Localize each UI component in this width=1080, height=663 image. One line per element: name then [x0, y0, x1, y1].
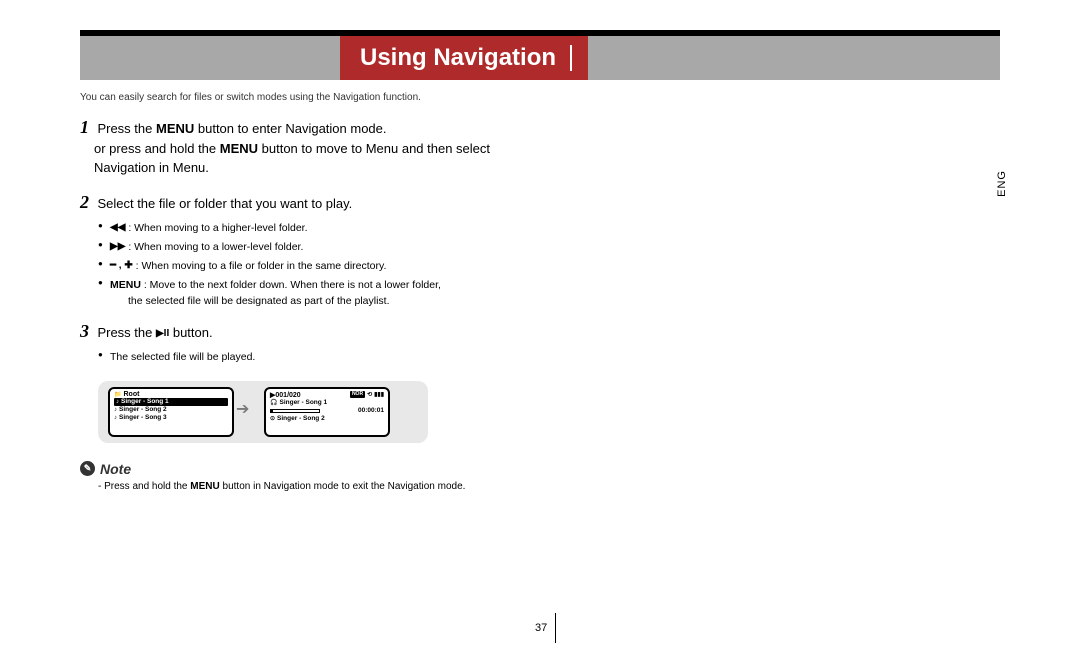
lcd-title: Root: [123, 391, 139, 398]
bullet-list: ◀◀ : When moving to a higher-level folde…: [98, 219, 610, 295]
rewind-icon: ◀◀: [110, 219, 125, 237]
bullet-continuation: the selected file will be designated as …: [128, 295, 610, 307]
note-icon: ✎: [80, 461, 95, 476]
play-pause-icon: ▶II: [156, 326, 169, 341]
page-number-value: 37: [535, 622, 547, 634]
page-content: Using Navigation ENG You can easily sear…: [80, 30, 1000, 492]
repeat-icon: ⟲: [367, 391, 372, 398]
bullet-list: The selected file will be played.: [98, 348, 610, 367]
lcd-row: ⊙Singer - Song 2: [270, 415, 384, 423]
text: : When moving to a higher-level folder.: [128, 222, 307, 234]
text: Navigation in Menu.: [94, 160, 209, 175]
note-icon: ♪: [114, 415, 117, 421]
section-header: Using Navigation: [80, 30, 1000, 80]
forward-icon: ▶▶: [110, 238, 125, 256]
text: button to move to Menu and then select: [258, 141, 490, 156]
step-number: 3: [80, 321, 89, 341]
eq-badge: NOR: [350, 391, 365, 398]
text: Singer - Song 2: [277, 415, 325, 422]
text: - Press and hold the: [98, 481, 190, 492]
bullet-item: MENU : Move to the next folder down. Whe…: [98, 276, 610, 295]
menu-bold: MENU: [220, 141, 258, 156]
lcd-header: ▶001/020 NOR ⟲ ▮▮▮: [270, 391, 384, 399]
arrow-icon: ➔: [236, 399, 249, 419]
clock-icon: ⊙: [270, 415, 275, 422]
lcd-row: 🎧Singer - Song 1: [270, 399, 384, 407]
bullet-item: ◀◀ : When moving to a higher-level folde…: [98, 219, 610, 238]
text: or press and hold the: [94, 141, 220, 156]
text: Singer - Song 3: [119, 414, 167, 421]
step-2: 2 Select the file or folder that you wan…: [80, 192, 610, 307]
track-counter: ▶001/020: [270, 391, 301, 399]
header-gray-bar: Using Navigation: [80, 36, 1000, 80]
note-icon: ♪: [116, 399, 119, 405]
text: : When moving to a lower-level folder.: [128, 241, 303, 253]
text: Press the: [97, 325, 156, 340]
text: Singer - Song 1: [121, 398, 169, 405]
step-text: Press the ▶II button.: [97, 325, 212, 340]
text: button in Navigation mode to exit the Na…: [220, 481, 466, 492]
text: button.: [169, 325, 212, 340]
step-1: 1 Press the MENU button to enter Navigat…: [80, 117, 610, 178]
intro-text: You can easily search for files or switc…: [80, 92, 1000, 103]
bullet-item: ▶▶ : When moving to a lower-level folder…: [98, 238, 610, 257]
steps-content: 1 Press the MENU button to enter Navigat…: [80, 117, 610, 492]
lcd-left: 📁 Root ♪Singer - Song 1 ♪Singer - Song 2…: [108, 387, 234, 437]
lcd-row: ♪Singer - Song 2: [114, 406, 228, 414]
status-icons: NOR ⟲ ▮▮▮: [350, 391, 384, 398]
step-number: 2: [80, 192, 89, 212]
battery-icon: ▮▮▮: [374, 391, 384, 398]
lcd-screens: 📁 Root ♪Singer - Song 1 ♪Singer - Song 2…: [98, 381, 428, 443]
step-number: 1: [80, 117, 89, 137]
bullet-item: ━ , ✚ : When moving to a file or folder …: [98, 257, 610, 276]
text: : When moving to a file or folder in the…: [136, 260, 387, 272]
lcd-row-selected: ♪Singer - Song 1: [114, 398, 228, 406]
note-heading: ✎ Note: [80, 461, 610, 477]
note-icon: ♪: [114, 407, 117, 413]
menu-bold: MENU: [110, 279, 141, 291]
bullet-item: The selected file will be played.: [98, 348, 610, 367]
progress-bar: [270, 409, 320, 413]
lcd-row: 00:00:01: [270, 407, 384, 415]
lcd-header: 📁 Root: [114, 391, 228, 398]
step-3: 3 Press the ▶II button. The selected fil…: [80, 321, 610, 367]
text: Singer - Song 1: [279, 399, 327, 406]
text: or press and hold the MENU button to mov…: [94, 139, 490, 178]
step-text: Press the MENU button to enter Navigatio…: [80, 121, 490, 175]
time-counter: 00:00:01: [358, 407, 384, 414]
step-text: Select the file or folder that you want …: [97, 196, 352, 211]
text: Singer - Song 2: [119, 406, 167, 413]
folder-icon: 📁: [114, 391, 121, 398]
note-text: - Press and hold the MENU button in Navi…: [98, 481, 610, 492]
minus-plus-icon: ━ , ✚: [110, 257, 133, 275]
header-title: Using Navigation: [340, 36, 588, 80]
menu-bold: MENU: [156, 121, 194, 136]
lcd-right: ▶001/020 NOR ⟲ ▮▮▮ 🎧Singer - Song 1 00:0…: [264, 387, 390, 437]
page-divider: [555, 613, 556, 643]
lcd-row: ♪Singer - Song 3: [114, 414, 228, 422]
text: button to enter Navigation mode.: [194, 121, 386, 136]
headphone-icon: 🎧: [270, 399, 277, 406]
text: : Move to the next folder down. When the…: [141, 279, 441, 291]
page-number: 37: [535, 613, 556, 643]
note-block: ✎ Note - Press and hold the MENU button …: [80, 461, 610, 492]
note-label: Note: [100, 461, 131, 477]
text: Press the: [97, 121, 156, 136]
menu-bold: MENU: [190, 481, 219, 492]
language-tab: ENG: [996, 170, 1008, 197]
